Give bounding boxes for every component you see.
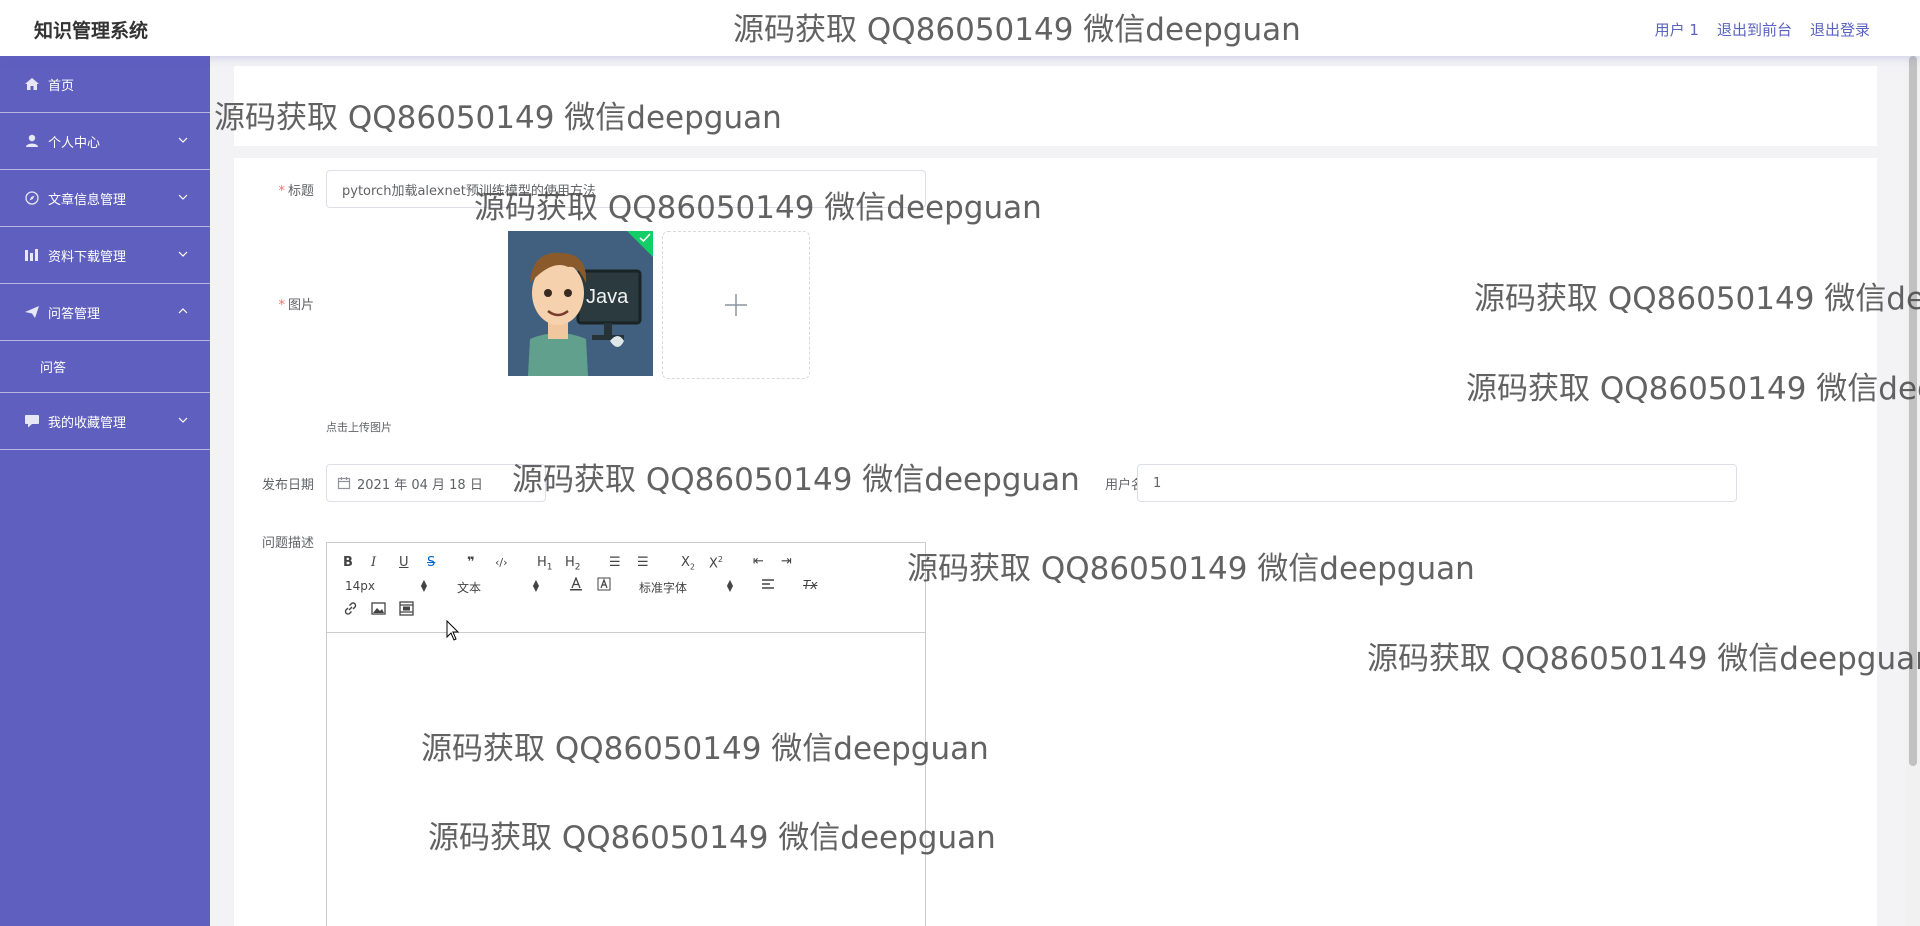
ordered-list-button[interactable]: ☰ [609,555,621,570]
sidebar-item-home[interactable]: 首页 [0,56,210,113]
link-button[interactable] [343,601,358,620]
align-left-icon [762,579,774,589]
font-family-select[interactable]: 标准字体 ▲ ▼ [639,579,733,596]
align-button[interactable] [761,577,775,595]
date-label: 发布日期 [261,478,314,493]
link-icon [344,602,357,615]
user-icon [26,134,38,147]
sidebar-item-personal-center[interactable]: 个人中心 [0,113,210,170]
chevron-down-icon [178,251,188,257]
image-upload-button[interactable] [662,231,810,379]
uploaded-image-thumbnail[interactable]: Java [508,231,653,376]
select-arrows-icon: ▲ ▼ [726,578,733,593]
text-color-button[interactable] [569,576,583,595]
select-arrows-icon: ▲ ▼ [420,578,427,593]
background-color-icon [597,577,611,591]
top-header: 知识管理系统 用户 1 退出到前台 退出登录 [0,0,1920,56]
current-user-link[interactable]: 用户 1 [1655,19,1699,40]
chat-icon [25,415,39,428]
date-value: 2021 年 04 月 18 日 [357,477,483,493]
select-arrows-icon: ▲ ▼ [532,578,539,593]
chevron-down-icon [178,137,188,143]
check-icon [639,233,651,243]
svg-text:Java: Java [586,286,629,308]
text-color-icon [570,576,582,591]
italic-button[interactable]: I [371,555,376,570]
sidebar-item-downloads[interactable]: 资料下载管理 [0,227,210,284]
upload-tip: 点击上传图片 [326,421,392,434]
title-input[interactable]: pytorch加载alexnet预训练模型的使用方法 [326,170,926,208]
back-to-front-link[interactable]: 退出到前台 [1717,19,1792,40]
editor-toolbar: B I U S ❞ ‹/› H1 H2 ☰ ☰ X2 X2 ⇤ ⇥ 14px ▲ ▼… [327,543,925,633]
date-picker-input[interactable]: 2021 年 04 月 18 日 [326,464,546,502]
send-icon [25,306,39,318]
rich-text-editor: B I U S ❞ ‹/› H1 H2 ☰ ☰ X2 X2 ⇤ ⇥ 14px ▲ ▼… [326,542,926,926]
editor-content-area[interactable] [327,633,925,926]
superscript-button[interactable]: X2 [709,555,723,571]
bold-button[interactable]: B [343,555,353,570]
indent-button[interactable]: ⇥ [781,554,792,569]
upload-success-badge [627,231,653,257]
sidebar-item-favorites[interactable]: 我的收藏管理 [0,393,210,450]
video-icon [399,601,414,616]
scrollbar-thumb[interactable] [1909,56,1917,766]
code-block-button[interactable]: ‹/› [495,556,508,569]
sidebar-item-qa[interactable]: 问答管理 [0,284,210,341]
sidebar-item-label: 个人中心 [48,135,101,151]
page-scrollbar[interactable] [1906,56,1920,926]
username-label: 用户名 [1104,478,1144,493]
breadcrumb-card [234,66,1877,146]
image-label: * 图片 [278,298,314,313]
sidebar-item-label: 文章信息管理 [48,192,127,208]
compass-icon [25,191,39,205]
background-color-button[interactable] [597,577,611,595]
sidebar-item-label: 首页 [48,78,75,94]
chevron-up-icon [178,308,188,314]
plus-icon [725,294,747,316]
sidebar-item-label: 问答管理 [48,306,101,322]
bar-chart-icon [25,249,38,261]
sidebar-subitem-qa[interactable]: 问答 [0,341,210,393]
brand-title: 知识管理系统 [34,20,149,42]
sidebar-item-label: 资料下载管理 [48,249,127,265]
chevron-down-icon [178,194,188,200]
quote-button[interactable]: ❞ [467,555,475,570]
calendar-icon [337,477,351,490]
title-label: * 标题 [278,184,314,199]
subscript-button[interactable]: X2 [681,555,695,572]
home-icon [25,78,39,90]
header-links: 用户 1 退出到前台 退出登录 [1655,19,1870,40]
underline-button[interactable]: U [399,555,409,570]
font-size-select[interactable]: 14px ▲ ▼ [345,578,427,594]
h1-button[interactable]: H1 [537,555,553,573]
video-button[interactable] [399,601,414,620]
header-select[interactable]: 文本 ▲ ▼ [457,579,539,596]
logout-link[interactable]: 退出登录 [1810,19,1870,40]
h2-button[interactable]: H2 [565,555,581,573]
username-input[interactable]: 1 [1137,464,1737,502]
bullet-list-button[interactable]: ☰ [637,555,649,570]
mouse-cursor-icon [446,620,460,641]
clean-format-button[interactable]: Tx [803,578,817,592]
sidebar-item-articles[interactable]: 文章信息管理 [0,170,210,227]
chevron-down-icon [178,417,188,423]
strike-button[interactable]: S [427,555,435,570]
image-button[interactable] [371,601,386,620]
description-label: 问题描述 [261,536,314,551]
outdent-button[interactable]: ⇤ [753,554,764,569]
main-content: * 标题 pytorch加载alexnet预训练模型的使用方法 * 图片 Java [210,56,1920,926]
sidebar-item-label: 我的收藏管理 [48,415,127,431]
image-icon [371,602,386,615]
sidebar-menu: 首页 个人中心 文章信息管理 资料下载管理 问答管理 问答 我的收藏管理 [0,56,210,926]
qa-form-card: * 标题 pytorch加载alexnet预训练模型的使用方法 * 图片 Java [234,158,1877,926]
